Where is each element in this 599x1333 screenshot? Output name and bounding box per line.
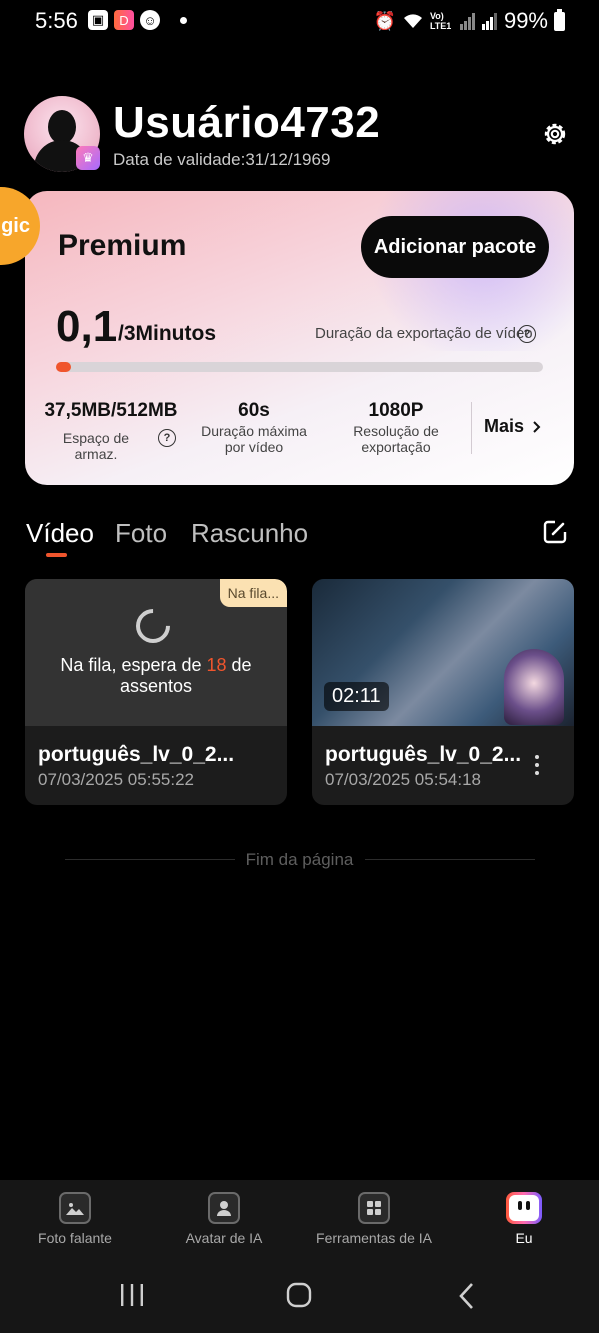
app-notification-icon: D: [114, 10, 134, 30]
usage-progress-bar: [56, 362, 543, 372]
storage-help-icon[interactable]: ?: [158, 429, 176, 447]
queue-position: 18: [206, 655, 227, 675]
export-duration-label: Duração da exportação de vídeo: [315, 325, 533, 342]
plan-title: Premium: [58, 229, 187, 262]
loading-spinner-icon: [128, 601, 178, 651]
grid-icon: [358, 1192, 390, 1224]
storage-value: 37,5MB/512MB: [44, 400, 178, 421]
video-thumbnail: Na fila, espera de 18 de assentos Na fil…: [25, 579, 287, 726]
nav-label: Foto falante: [38, 1230, 112, 1246]
status-right-icons: ⏰ Vo) LTE1 99%: [374, 8, 565, 34]
tab-photo[interactable]: Foto: [115, 518, 167, 549]
mascot-notification-icon: ☺: [140, 10, 160, 30]
battery-percent: 99%: [503, 8, 548, 33]
streamer-avatar-art: [504, 649, 564, 725]
more-options-icon[interactable]: [533, 755, 541, 775]
max-duration-value: 60s: [238, 400, 270, 421]
video-date: 07/03/2025 05:55:22: [38, 770, 194, 789]
username: Usuário4732: [113, 98, 381, 147]
stats-divider: [471, 402, 472, 454]
battery-icon: [554, 8, 565, 31]
resolution-label: Resolução de exportação: [353, 423, 439, 455]
signal-2-icon: [481, 13, 497, 30]
nav-ai-avatar[interactable]: Avatar de IA: [154, 1192, 294, 1246]
video-duration: 02:11: [324, 682, 389, 711]
tab-video[interactable]: Vídeo: [26, 518, 94, 549]
storage-label: Espaço de armaz.: [62, 430, 130, 462]
nav-label: Avatar de IA: [185, 1230, 263, 1246]
video-title: português_lv_0_2...: [38, 743, 235, 766]
nav-ai-tools[interactable]: Ferramentas de IA: [304, 1192, 444, 1246]
bottom-navigation: Foto falante Avatar de IA Ferramentas de…: [0, 1180, 599, 1260]
export-help-icon[interactable]: ?: [518, 325, 536, 343]
end-divider-right: [365, 859, 535, 860]
active-tab-indicator: [46, 553, 67, 557]
more-button[interactable]: Mais: [484, 416, 542, 437]
status-time: 5:56: [35, 8, 78, 33]
usage-total: /3Minutos: [118, 322, 216, 345]
end-of-page-text: Fim da página: [245, 850, 354, 869]
face-icon: [506, 1192, 542, 1224]
tab-draft[interactable]: Rascunho: [191, 518, 308, 549]
max-duration-label: Duração máxima por vídeo: [201, 423, 307, 455]
resolution-value: 1080P: [368, 400, 424, 421]
nav-talking-photo[interactable]: Foto falante: [5, 1192, 145, 1246]
recent-apps-icon[interactable]: [119, 1282, 145, 1308]
queue-status-text: Na fila, espera de 18 de assentos: [60, 655, 252, 696]
signal-1-icon: [459, 13, 475, 30]
settings-gear-icon[interactable]: [541, 120, 569, 148]
usage-value: 0,1: [56, 302, 118, 351]
video-card-ready[interactable]: 02:11 português_lv_0_2... 07/03/2025 05:…: [312, 579, 574, 805]
nav-label: Eu: [515, 1230, 533, 1246]
system-navigation-bar: [0, 1260, 599, 1333]
add-package-button[interactable]: Adicionar pacote: [361, 216, 549, 278]
usage-progress-fill: [56, 362, 71, 372]
network-label: Vo) LTE1: [429, 11, 452, 31]
video-thumbnail: 02:11: [312, 579, 574, 726]
chevron-right-icon: [533, 420, 541, 433]
more-notifications-dot: [180, 16, 187, 24]
image-icon: [59, 1192, 91, 1224]
queue-badge: Na fila...: [219, 579, 287, 607]
edit-icon[interactable]: [541, 518, 569, 546]
validity-date: Data de validade:31/12/1969: [113, 150, 331, 169]
avatar-icon: [208, 1192, 240, 1224]
home-icon[interactable]: [286, 1282, 312, 1308]
alarm-icon: ⏰: [373, 10, 396, 31]
gallery-notification-icon: ▣: [88, 10, 108, 30]
more-label: Mais: [484, 416, 525, 436]
video-date: 07/03/2025 05:54:18: [325, 770, 481, 789]
video-card-queued[interactable]: Na fila, espera de 18 de assentos Na fil…: [25, 579, 287, 805]
status-notification-icons: ▣ D ☺: [88, 10, 187, 30]
video-title: português_lv_0_2...: [325, 743, 522, 766]
nav-label: Ferramentas de IA: [316, 1230, 432, 1246]
back-icon[interactable]: [458, 1282, 476, 1310]
crown-icon: ♛: [76, 146, 100, 170]
wifi-icon: [403, 14, 422, 28]
nav-me[interactable]: Eu: [454, 1192, 594, 1246]
